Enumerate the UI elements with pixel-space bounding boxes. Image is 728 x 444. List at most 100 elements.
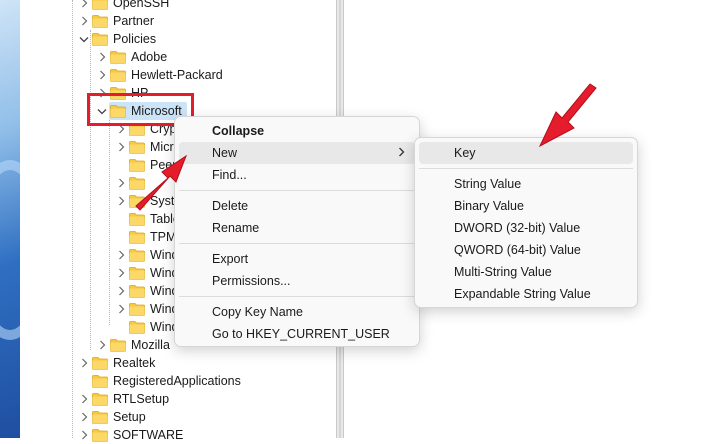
menu-item-label: QWORD (64-bit) Value	[454, 243, 581, 257]
context-menu: Collapse New Find... Delete Rename Expor…	[174, 116, 420, 347]
folder-icon	[129, 266, 145, 280]
chevron-right-icon[interactable]	[96, 68, 108, 82]
menu-item-label: Delete	[212, 199, 249, 213]
folder-icon	[129, 212, 145, 226]
folder-icon	[92, 392, 108, 406]
chevron-right-icon[interactable]	[115, 176, 127, 190]
tree-guide-line	[72, 0, 73, 438]
menu-item-label: Rename	[212, 221, 260, 235]
submenu-item-qword-value[interactable]: QWORD (64-bit) Value	[419, 239, 633, 261]
folder-icon	[92, 0, 108, 10]
annotation-arrow-icon	[135, 154, 188, 211]
menu-item-permissions[interactable]: Permissions...	[179, 270, 415, 292]
menu-separator	[419, 168, 633, 169]
folder-icon	[110, 68, 126, 82]
menu-item-new[interactable]: New	[179, 142, 415, 164]
tree-item[interactable]: Setup	[78, 408, 146, 426]
chevron-right-icon[interactable]	[96, 50, 108, 64]
tree-item[interactable]: Hewlett-Packard	[96, 66, 223, 84]
menu-item-label: Key	[454, 146, 476, 160]
chevron-right-icon[interactable]	[78, 356, 90, 370]
chevron-right-icon[interactable]	[78, 392, 90, 406]
tree-item[interactable]: Wind	[115, 246, 178, 264]
folder-icon	[92, 374, 108, 388]
menu-separator	[179, 190, 415, 191]
folder-icon	[110, 338, 126, 352]
tree-item-label: RegisteredApplications	[113, 374, 241, 388]
tree-item[interactable]: Partner	[78, 12, 154, 30]
menu-item-label: Export	[212, 252, 249, 266]
chevron-right-icon	[398, 147, 405, 160]
chevron-right-icon[interactable]	[78, 14, 90, 28]
chevron-right-icon[interactable]	[115, 302, 127, 316]
tree-item[interactable]: Wind	[115, 282, 178, 300]
menu-item-label: Permissions...	[212, 274, 291, 288]
submenu-item-dword-value[interactable]: DWORD (32-bit) Value	[419, 217, 633, 239]
tree-item[interactable]: Wind	[115, 318, 178, 336]
folder-icon	[129, 284, 145, 298]
submenu-item-binary-value[interactable]: Binary Value	[419, 195, 633, 217]
chevron-down-icon[interactable]	[78, 32, 90, 46]
tree-item[interactable]: Mozilla	[96, 336, 170, 354]
new-submenu: Key String Value Binary Value DWORD (32-…	[414, 137, 638, 308]
menu-item-label: Go to HKEY_CURRENT_USER	[212, 327, 390, 341]
menu-item-goto-hkcu[interactable]: Go to HKEY_CURRENT_USER	[179, 323, 415, 345]
tree-item-label: Mozilla	[131, 338, 170, 352]
folder-icon	[129, 302, 145, 316]
folder-icon	[92, 428, 108, 442]
menu-separator	[179, 296, 415, 297]
submenu-item-string-value[interactable]: String Value	[419, 173, 633, 195]
submenu-item-multi-string-value[interactable]: Multi-String Value	[419, 261, 633, 283]
menu-item-rename[interactable]: Rename	[179, 217, 415, 239]
folder-icon	[92, 14, 108, 28]
tree-item[interactable]: Wind	[115, 300, 178, 318]
folder-icon	[129, 230, 145, 244]
chevron-right-icon[interactable]	[96, 338, 108, 352]
menu-item-label: Multi-String Value	[454, 265, 552, 279]
folder-icon	[92, 410, 108, 424]
tree-item[interactable]: OpenSSH	[78, 0, 169, 12]
chevron-right-icon[interactable]	[115, 266, 127, 280]
tree-item[interactable]: TPM	[115, 228, 176, 246]
tree-guide-line	[90, 30, 91, 350]
chevron-right-icon[interactable]	[78, 0, 90, 10]
menu-item-export[interactable]: Export	[179, 248, 415, 270]
menu-item-label: Expandable String Value	[454, 287, 591, 301]
chevron-right-icon[interactable]	[115, 284, 127, 298]
annotation-arrow-icon	[538, 83, 597, 148]
chevron-right-icon[interactable]	[115, 248, 127, 262]
tree-item-label: Policies	[113, 32, 157, 46]
tree-item-label: Adobe	[131, 50, 168, 64]
chevron-right-icon[interactable]	[78, 428, 90, 442]
submenu-item-key[interactable]: Key	[419, 142, 633, 164]
desktop-background	[0, 0, 50, 438]
tree-item[interactable]: SOFTWARE	[78, 426, 183, 444]
tree-item[interactable]: Adobe	[96, 48, 167, 66]
folder-icon	[92, 356, 108, 370]
tree-item-label: RTLSetup	[113, 392, 170, 406]
menu-item-label: Copy Key Name	[212, 305, 304, 319]
tree-item-label: Partner	[113, 14, 154, 28]
tree-item[interactable]: Realtek	[78, 354, 155, 372]
menu-item-copy-key-name[interactable]: Copy Key Name	[179, 301, 415, 323]
chevron-right-icon[interactable]	[78, 410, 90, 424]
chevron-right-icon[interactable]	[115, 194, 127, 208]
tree-item[interactable]: RegisteredApplications	[78, 372, 241, 390]
tree-item-label: OpenSSH	[113, 0, 170, 10]
tree-item[interactable]: Wind	[115, 264, 178, 282]
tree-guide-line	[109, 110, 110, 325]
folder-icon	[92, 32, 108, 46]
chevron-right-icon[interactable]	[115, 140, 127, 154]
menu-item-find[interactable]: Find...	[179, 164, 415, 186]
menu-item-label: String Value	[454, 177, 522, 191]
menu-item-delete[interactable]: Delete	[179, 195, 415, 217]
menu-item-label: Find...	[212, 168, 247, 182]
submenu-item-expandable-string-value[interactable]: Expandable String Value	[419, 283, 633, 305]
menu-item-collapse[interactable]: Collapse	[179, 120, 415, 142]
tree-item[interactable]: RTLSetup	[78, 390, 169, 408]
tree-item[interactable]: Policies	[78, 30, 156, 48]
